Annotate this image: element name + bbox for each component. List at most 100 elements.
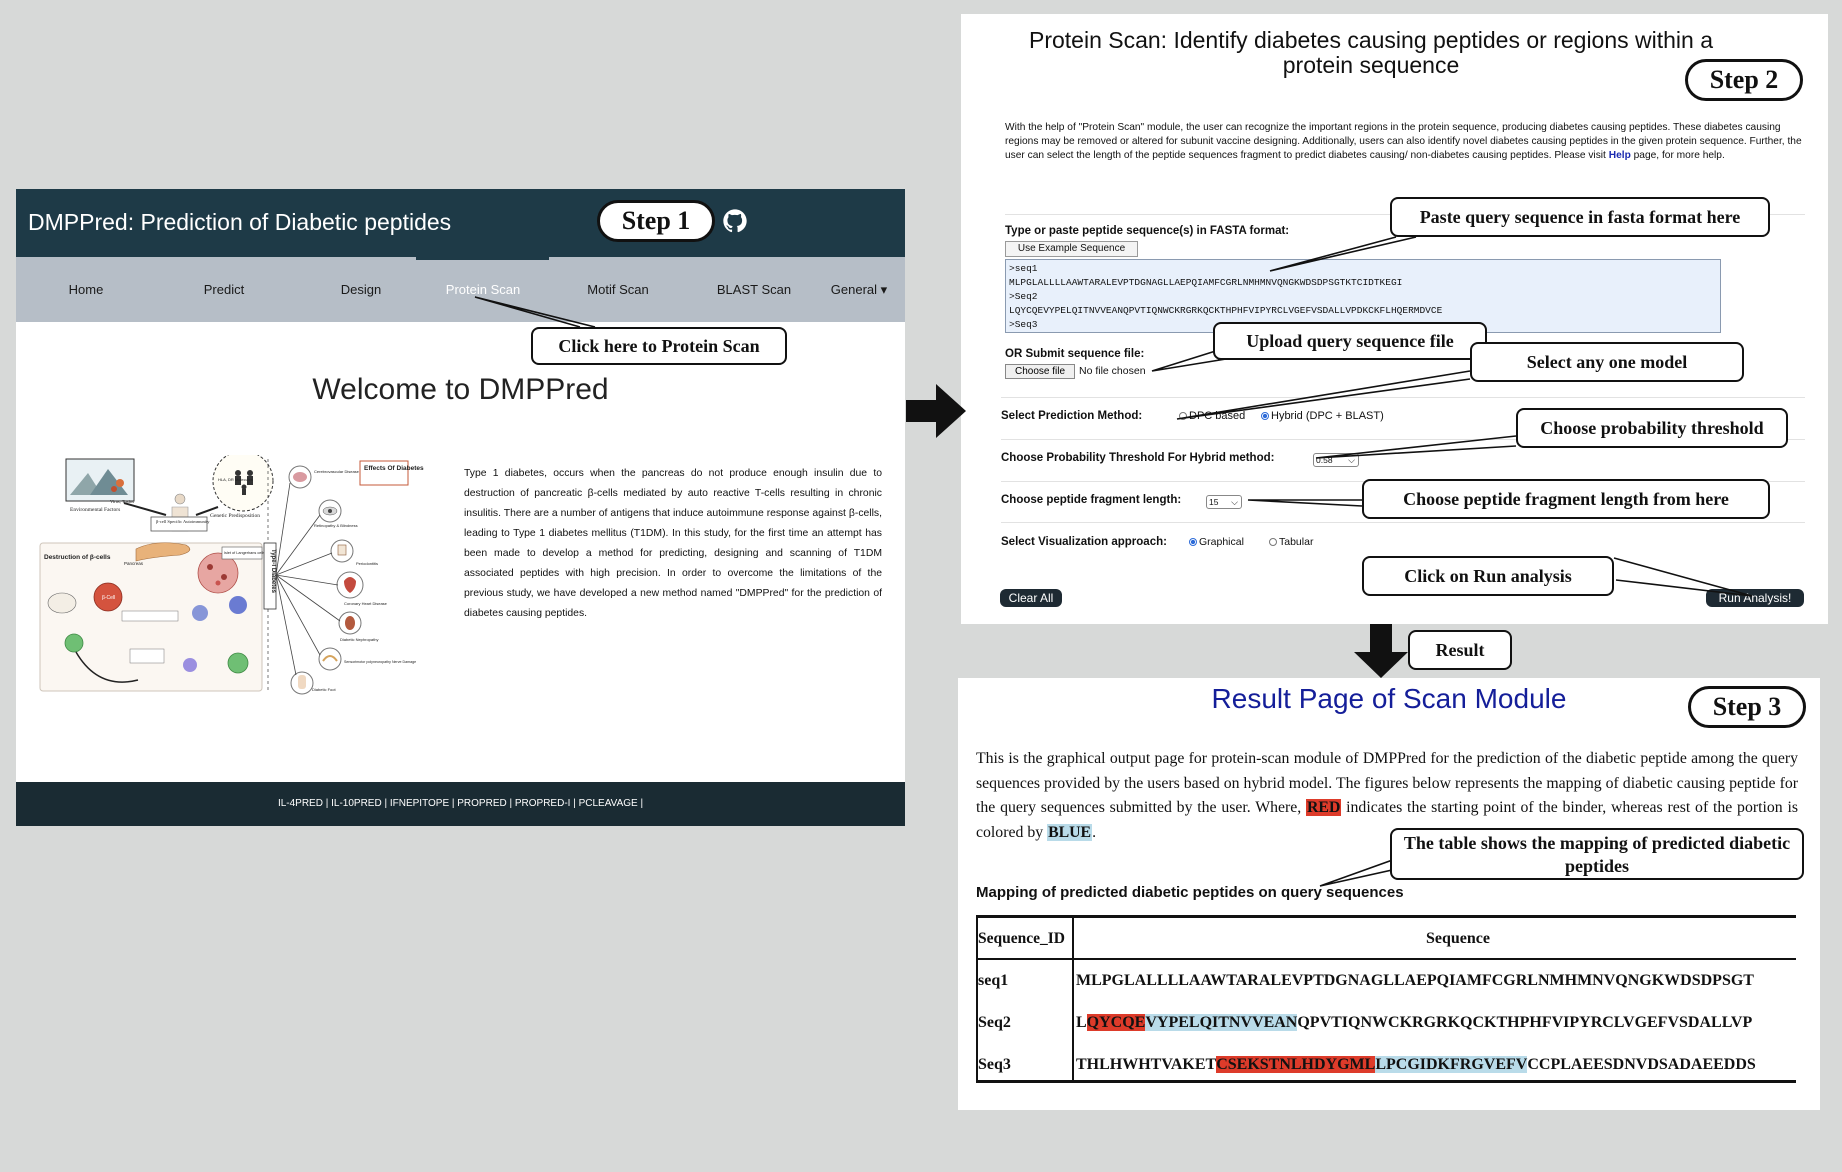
nav-active-indicator (416, 257, 549, 260)
diagram-pancreas-label: Pancreas (124, 561, 144, 566)
help-link[interactable]: Help (1609, 150, 1631, 161)
sequence-plain: THLHWHTVAKET (1076, 1056, 1217, 1073)
sequence-line: MLPGLALLLLAAWTARALEVPTDGNAGLLAEPQIAMFCGR… (1009, 277, 1403, 288)
fragment-length-value: 15 (1209, 497, 1219, 507)
page-title: Protein Scan: Identify diabetes causing … (1028, 27, 1714, 78)
sequence-plain: CCPLAEESDNVDSADAEEDDS (1527, 1056, 1756, 1073)
callout-mapping-table: The table shows the mapping of predicted… (1390, 828, 1804, 880)
sequence-line: >seq1 (1009, 263, 1038, 274)
upload-label: OR Submit sequence file: (1005, 348, 1145, 360)
threshold-select[interactable]: 0.58 ⌵ (1313, 453, 1359, 467)
viz-option-tabular[interactable]: Tabular (1269, 536, 1313, 548)
row-sequence-id: seq1 (978, 972, 1009, 989)
radio-tabular[interactable] (1269, 538, 1277, 547)
fragment-length-label: Choose peptide fragment length: (1001, 494, 1182, 506)
mapping-table: Sequence_ID Sequence seq1 MLPGLALLLLAAWT… (976, 915, 1796, 1083)
threshold-value: 0.58 (1316, 455, 1333, 465)
method-label: Select Prediction Method: (1001, 410, 1143, 422)
site-header: DMPPred: Prediction of Diabetic peptides (16, 189, 905, 257)
complication-label: Coronary Heart Disease (344, 601, 388, 606)
callout-fragment-length: Choose peptide fragment length from here (1362, 479, 1770, 519)
callout-protein-scan: Click here to Protein Scan (531, 327, 787, 365)
diagram-type1-label: Type-I Diabetes (270, 549, 276, 594)
app-title: DMPPred: Prediction of Diabetic peptides (28, 209, 452, 235)
file-status: No file chosen (1079, 365, 1146, 377)
scan-result-panel: Result Page of Scan Module This is the g… (958, 678, 1820, 1110)
chevron-down-icon: ⌵ (1231, 497, 1238, 507)
intro-paragraph: Type 1 diabetes, occurs when the pancrea… (464, 468, 882, 619)
svg-text:β-Cell: β-Cell (102, 595, 115, 601)
callout-paste-sequence: Paste query sequence in fasta format her… (1390, 197, 1770, 237)
method-option-hybrid-label: Hybrid (DPC + BLAST) (1271, 410, 1384, 422)
diagram-destruction-label: Destruction of β-cells (44, 554, 111, 561)
threshold-label: Choose Probability Threshold For Hybrid … (1001, 452, 1275, 464)
sequence-line: >Seq2 (1009, 291, 1038, 302)
step2-badge: Step 2 (1685, 59, 1803, 101)
sequence-blue-segment: VYPELQITNVVEAN (1145, 1014, 1298, 1031)
radio-hybrid[interactable] (1261, 412, 1269, 421)
intro-text-end: page, for more help. (1630, 150, 1725, 161)
step3-badge: Step 3 (1688, 686, 1806, 728)
choose-file-button[interactable]: Choose file (1005, 364, 1075, 379)
table-row: Seq3 THLHWHTVAKETCSEKSTNLHDYGMLLPCGIDKFR… (976, 1044, 1796, 1080)
complication-label: Periodontitis (356, 561, 378, 566)
fragment-length-select[interactable]: 15 ⌵ (1206, 495, 1242, 509)
footer-links[interactable]: IL-4PRED | IL-10PRED | IFNEPITOPE | PROP… (16, 798, 905, 809)
nav-blast-scan[interactable]: BLAST Scan (704, 282, 804, 297)
step1-badge: Step 1 (597, 200, 715, 242)
nav-general-dropdown[interactable]: General ▾ (824, 282, 894, 298)
method-option-dpc[interactable]: DPC based (1179, 410, 1245, 422)
clear-all-button[interactable]: Clear All (1000, 589, 1062, 607)
complication-label: Cerebrovascular Disease (314, 469, 360, 474)
run-analysis-button[interactable]: Run Analysis! (1706, 589, 1804, 607)
callout-select-model: Select any one model (1470, 342, 1744, 382)
divider (1001, 522, 1805, 523)
table-row: Seq2 LQYCQEVYPELQITNVVEANQPVTIQNWCKRGRKQ… (976, 1002, 1796, 1044)
nav-protein-scan[interactable]: Protein Scan (433, 282, 533, 297)
radio-dpc[interactable] (1179, 412, 1187, 421)
nav-predict[interactable]: Predict (174, 282, 274, 297)
welcome-heading: Welcome to DMPPred (312, 373, 609, 406)
method-option-dpc-label: DPC based (1189, 410, 1246, 422)
red-legend: RED (1306, 799, 1342, 816)
sequence-plain: QPVTIQNWCKRGRKQCKTHPHFVIPYRCLVGEFVSDALLV… (1297, 1014, 1753, 1031)
result-description-text: . (1092, 823, 1097, 841)
site-footer: IL-4PRED | IL-10PRED | IFNEPITOPE | PROP… (16, 782, 905, 826)
callout-upload-file: Upload query sequence file (1213, 322, 1487, 360)
diagram-environmental-label: Environmental Factors (70, 507, 120, 513)
divider (1001, 397, 1805, 398)
nav-design[interactable]: Design (311, 282, 411, 297)
result-label: Result (1408, 630, 1512, 670)
row-sequence-id: Seq3 (978, 1056, 1011, 1073)
type1-diabetes-diagram: Environmental Factors Virus, Toxins HLA,… (38, 455, 453, 695)
complication-label: Retinopathy & Blindness (314, 523, 358, 528)
column-header-sequence: Sequence (1426, 930, 1490, 947)
complication-label: Diabetic Nephropathy (340, 637, 378, 642)
radio-graphical[interactable] (1189, 538, 1197, 547)
row-sequence: MLPGLALLLLAAWTARALEVPTDGNAGLLAEPQIAMFCGR… (1076, 972, 1754, 990)
blue-legend: BLUE (1047, 823, 1093, 841)
protein-scan-form-panel: Protein Scan: Identify diabetes causing … (961, 14, 1828, 624)
callout-run-analysis: Click on Run analysis (1362, 556, 1614, 596)
sequence-blue-segment: LPCGIDKFRGVEFV (1375, 1056, 1528, 1073)
sequence-line: LQYCQEVYPELQITNVVEANQPVTIQNWCKRGRKQCKTHP… (1009, 305, 1443, 316)
row-sequence-id: Seq2 (978, 1014, 1011, 1031)
github-icon[interactable] (721, 207, 749, 235)
nav-motif-scan[interactable]: Motif Scan (568, 282, 668, 297)
mapping-table-heading: Mapping of predicted diabetic peptides o… (976, 884, 1404, 901)
fasta-input-label: Type or paste peptide sequence(s) in FAS… (1005, 225, 1290, 237)
complication-label: Sensorimotor polyneuropathy Nerve Damage (344, 660, 416, 664)
viz-option-graphical[interactable]: Graphical (1189, 536, 1244, 548)
intro-paragraph: With the help of "Protein Scan" module, … (1005, 121, 1805, 163)
use-example-button[interactable]: Use Example Sequence (1005, 241, 1138, 257)
nav-home[interactable]: Home (36, 282, 136, 297)
sequence-red-segment: CSEKSTNLHDYGML (1216, 1056, 1376, 1073)
table-header-row: Sequence_ID Sequence (976, 918, 1796, 960)
sequence-plain: L (1076, 1014, 1087, 1031)
sequence-plain: MLPGLALLLLAAWTARALEVPTDGNAGLLAEPQIAMFCGR… (1076, 972, 1754, 989)
method-option-hybrid[interactable]: Hybrid (DPC + BLAST) (1261, 410, 1384, 422)
row-sequence: THLHWHTVAKETCSEKSTNLHDYGMLLPCGIDKFRGVEFV… (1076, 1056, 1756, 1074)
right-arrow-icon (906, 384, 966, 438)
table-row: seq1 MLPGLALLLLAAWTARALEVPTDGNAGLLAEPQIA… (976, 960, 1796, 1002)
viz-option-graphical-label: Graphical (1199, 536, 1244, 548)
